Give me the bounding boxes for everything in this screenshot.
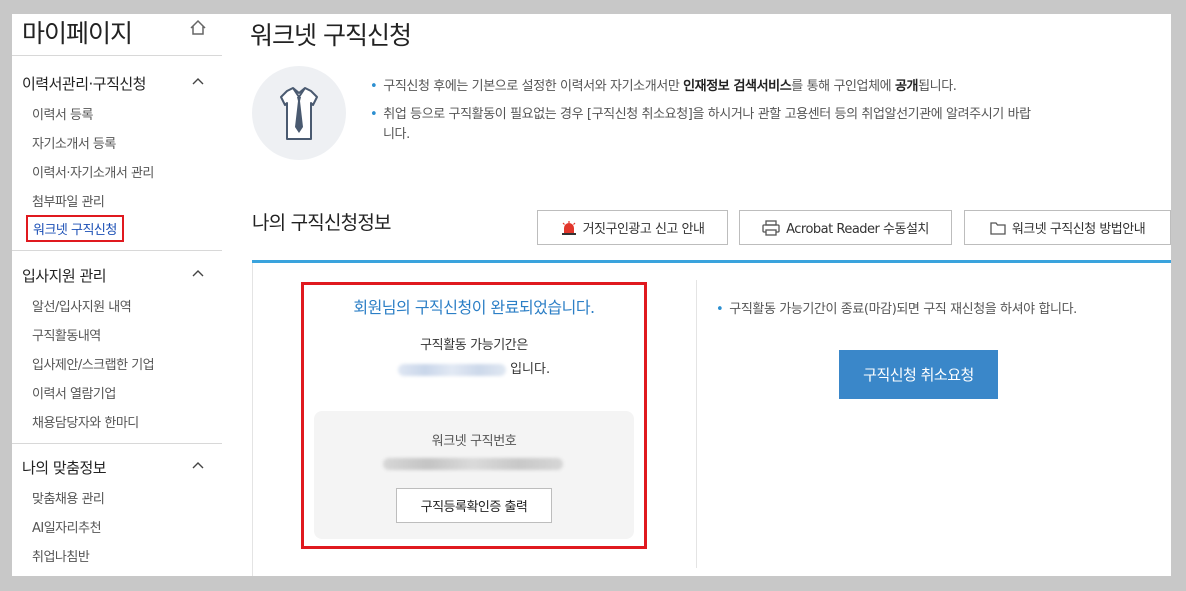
chevron-up-icon[interactable] <box>192 77 204 87</box>
sidebar-item-offers[interactable]: 입사제안/스크랩한 기업 <box>32 354 155 373</box>
notice-disclosure: • 구직신청 후에는 기본으로 설정한 이력서와 자기소개서만 인재정보 검색서비… <box>370 77 957 97</box>
fake-ad-report-button[interactable]: 거짓구인광고 신고 안내 <box>537 210 728 245</box>
notice-cancel: • 취업 등으로 구직활동이 필요없는 경우 [구직신청 취소요청]을 하시거나 … <box>370 105 1031 125</box>
bullet-icon: • <box>370 107 378 122</box>
sidebar-divider <box>12 443 222 444</box>
period-line: 입니다. <box>301 358 647 377</box>
bullet-icon: • <box>370 79 378 94</box>
job-number-label: 워크넷 구직번호 <box>431 434 517 449</box>
shirt-illustration <box>252 66 346 160</box>
column-divider <box>696 280 697 568</box>
sidebar-item-resume-register[interactable]: 이력서 등록 <box>32 104 93 123</box>
sidebar-item-ai-recommend[interactable]: AI일자리추천 <box>32 517 102 536</box>
period-label: 구직활동 가능기간은 <box>420 338 528 353</box>
reapply-note-text: 구직활동 가능기간이 종료(마감)되면 구직 재신청을 하셔야 합니다. <box>729 302 1077 317</box>
sidebar-item-intro-register[interactable]: 자기소개서 등록 <box>32 133 116 152</box>
chevron-up-icon[interactable] <box>192 461 204 471</box>
section-title: 나의 구직신청정보 <box>252 212 391 234</box>
printer-icon <box>762 219 780 236</box>
sidebar-item-resume-manage[interactable]: 이력서·자기소개서 관리 <box>32 162 154 181</box>
page: 마이페이지 이력서관리·구직신청 이력서 등록 자기소개서 등록 이력서·자기소… <box>12 14 1171 576</box>
box-border <box>252 263 253 576</box>
button-label: 거짓구인광고 신고 안내 <box>582 222 705 237</box>
notice-cancel-cont: 니다. <box>383 127 410 142</box>
section-rule <box>252 260 1171 263</box>
period-redacted <box>397 363 506 376</box>
sidebar-item-recruiter-msg[interactable]: 채용담당자와 한마디 <box>32 412 139 431</box>
sidebar-section-custom[interactable]: 나의 맞춤정보 <box>22 457 107 478</box>
sidebar-item-compass[interactable]: 취업나침반 <box>32 546 90 565</box>
shirt-icon <box>280 87 318 140</box>
acrobat-install-button[interactable]: Acrobat Reader 수동설치 <box>739 210 952 245</box>
bullet-icon: • <box>716 302 724 317</box>
notice-bold: 공개 <box>894 79 919 94</box>
sidebar-title: 마이페이지 <box>22 19 133 48</box>
sidebar-section-application[interactable]: 입사지원 관리 <box>22 265 107 286</box>
notice-text: 취업 등으로 구직활동이 필요없는 경우 [구직신청 취소요청]을 하시거나 관… <box>383 107 1031 122</box>
screenshot-frame: 마이페이지 이력서관리·구직신청 이력서 등록 자기소개서 등록 이력서·자기소… <box>0 0 1186 591</box>
sidebar-section-resume[interactable]: 이력서관리·구직신청 <box>22 73 146 94</box>
period-suffix: 입니다. <box>510 362 551 377</box>
cancel-request-button[interactable]: 구직신청 취소요청 <box>839 350 998 399</box>
print-certificate-button[interactable]: 구직등록확인증 출력 <box>396 488 552 523</box>
sidebar-item-apply-history[interactable]: 알선/입사지원 내역 <box>32 296 132 315</box>
sidebar-item-worknet-apply[interactable]: 워크넷 구직신청 <box>26 215 124 242</box>
apply-guide-button[interactable]: 워크넷 구직신청 방법안내 <box>964 210 1171 245</box>
sidebar-item-activity[interactable]: 구직활동내역 <box>32 325 101 344</box>
chevron-up-icon[interactable] <box>192 269 204 279</box>
sidebar-item-attachment[interactable]: 첨부파일 관리 <box>32 191 105 210</box>
notice-bold: 인재정보 검색서비스 <box>683 79 792 94</box>
complete-message: 회원님의 구직신청이 완료되었습니다. <box>353 298 595 317</box>
page-title: 워크넷 구직신청 <box>250 21 412 50</box>
siren-icon <box>561 220 576 235</box>
notice-text: 를 통해 구인업체에 <box>791 79 895 94</box>
notice-text: 구직신청 후에는 기본으로 설정한 이력서와 자기소개서만 <box>383 79 684 94</box>
sidebar-divider <box>12 55 222 56</box>
reapply-note: • 구직활동 가능기간이 종료(마감)되면 구직 재신청을 하셔야 합니다. <box>716 298 1077 317</box>
sidebar-item-custom-jobs[interactable]: 맞춤채용 관리 <box>32 488 105 507</box>
folder-icon <box>990 221 1006 235</box>
home-icon[interactable] <box>188 18 208 38</box>
notice-text: 됩니다. <box>918 79 957 94</box>
button-label: 워크넷 구직신청 방법안내 <box>1011 222 1146 237</box>
sidebar: 마이페이지 이력서관리·구직신청 이력서 등록 자기소개서 등록 이력서·자기소… <box>12 14 222 576</box>
job-number-redacted <box>383 458 563 470</box>
button-label: Acrobat Reader 수동설치 <box>786 222 929 237</box>
sidebar-item-viewers[interactable]: 이력서 열람기업 <box>32 383 116 402</box>
sidebar-divider <box>12 250 222 251</box>
